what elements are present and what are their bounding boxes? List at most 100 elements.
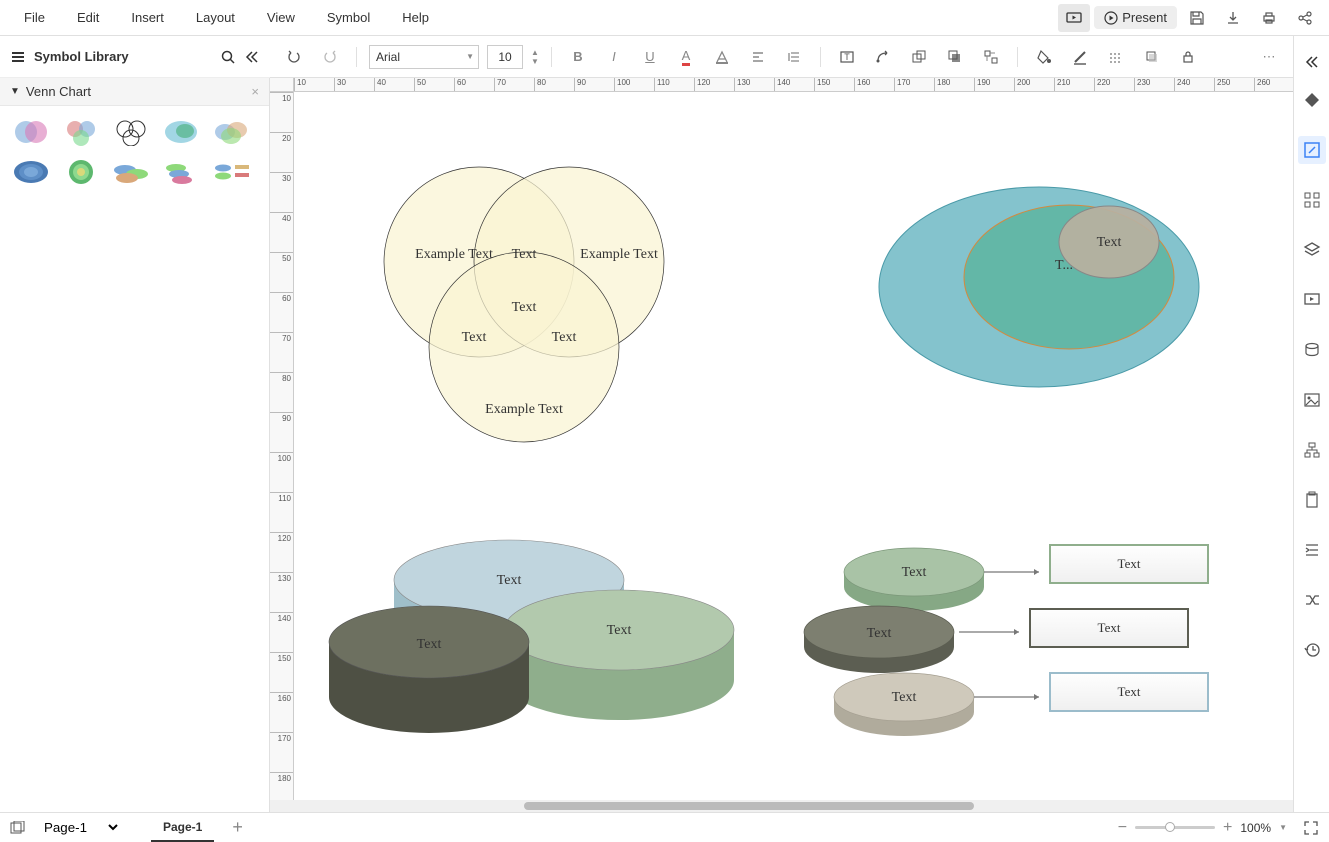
symbol-venn-nested[interactable] (160, 116, 202, 148)
sidebar-section-venn[interactable]: ▼ Venn Chart × (0, 78, 269, 106)
shadow-button[interactable] (1138, 43, 1166, 71)
line-spacing-button[interactable] (780, 43, 808, 71)
section-label: Venn Chart (26, 84, 91, 99)
nested-label-mid[interactable]: T... (1044, 258, 1084, 274)
presentation-icon[interactable] (1298, 286, 1326, 314)
status-bar: Page-1 Page-1 + − + 100% ▼ (0, 812, 1329, 842)
symbol-venn-3ellipse[interactable] (210, 116, 252, 148)
download-icon[interactable] (1217, 4, 1249, 32)
lock-button[interactable] (1174, 43, 1202, 71)
discbox-disc1-label[interactable]: Text (889, 565, 939, 581)
undo-button[interactable] (280, 43, 308, 71)
highlight-button[interactable] (708, 43, 736, 71)
fullscreen-icon[interactable] (1303, 820, 1319, 836)
font-color-button[interactable]: A (672, 43, 700, 71)
ruler-vertical: 1020304050607080901001101201301401501601… (270, 92, 294, 800)
menu-help[interactable]: Help (386, 2, 445, 33)
symbol-venn-3circle-outline[interactable] (110, 116, 152, 148)
menu-view[interactable]: View (251, 2, 311, 33)
textbox-button[interactable]: T (833, 43, 861, 71)
print-icon[interactable] (1253, 4, 1285, 32)
bring-front-button[interactable] (941, 43, 969, 71)
shuffle-icon[interactable] (1298, 586, 1326, 614)
orgchart-icon[interactable] (1298, 436, 1326, 464)
underline-button[interactable]: U (636, 43, 664, 71)
grid-icon[interactable] (1298, 186, 1326, 214)
pages-icon[interactable] (10, 821, 26, 835)
venn-label-b[interactable]: Example Text (559, 247, 679, 263)
add-page-button[interactable]: + (224, 817, 251, 838)
layers-icon[interactable] (1298, 236, 1326, 264)
italic-button[interactable]: I (600, 43, 628, 71)
indent-icon[interactable] (1298, 536, 1326, 564)
horizontal-scrollbar[interactable] (294, 800, 1293, 812)
discbox-disc3-label[interactable]: Text (879, 690, 929, 706)
redo-button[interactable] (316, 43, 344, 71)
share-icon[interactable] (1289, 4, 1321, 32)
symbol-venn-3circle-color[interactable] (60, 116, 102, 148)
collapse-sidebar-icon[interactable] (244, 49, 260, 65)
search-icon[interactable] (220, 49, 236, 65)
menu-insert[interactable]: Insert (115, 2, 180, 33)
menu-symbol[interactable]: Symbol (311, 2, 386, 33)
data-icon[interactable] (1298, 336, 1326, 364)
menu-layout[interactable]: Layout (180, 2, 251, 33)
venn-label-abc[interactable]: Text (499, 300, 549, 316)
symbol-discs-3d[interactable] (110, 156, 152, 188)
venn-label-ab[interactable]: Text (499, 247, 549, 263)
disc-label-left[interactable]: Text (404, 637, 454, 653)
symbol-disc-stack[interactable] (160, 156, 202, 188)
zoom-slider[interactable] (1135, 826, 1215, 829)
ruler-horizontal: 1030405060708090100110120130140150160170… (294, 78, 1293, 92)
page-tab-active[interactable]: Page-1 (151, 814, 214, 842)
clipboard-icon[interactable] (1298, 486, 1326, 514)
present-button[interactable]: Present (1094, 6, 1177, 29)
library-icon (10, 49, 26, 65)
symbol-disc-labels[interactable] (210, 156, 252, 188)
zoom-level: 100% (1240, 821, 1271, 835)
disc-stack-diagram[interactable] (309, 522, 749, 742)
canvas[interactable]: Example Text Example Text Example Text T… (294, 92, 1293, 800)
symbol-concentric-circle[interactable] (60, 156, 102, 188)
symbol-concentric-ellipse[interactable] (10, 156, 52, 188)
venn-label-a[interactable]: Example Text (394, 247, 514, 263)
bold-button[interactable]: B (564, 43, 592, 71)
line-style-button[interactable] (1102, 43, 1130, 71)
save-icon[interactable] (1181, 4, 1213, 32)
menu-file[interactable]: File (8, 2, 61, 33)
menu-edit[interactable]: Edit (61, 2, 115, 33)
fill-button[interactable] (1030, 43, 1058, 71)
font-size-stepper[interactable]: ▲▼ (531, 48, 539, 66)
font-size-select[interactable]: 10 (487, 45, 523, 69)
discbox-box2[interactable]: Text (1029, 608, 1189, 648)
venn-label-ac[interactable]: Text (449, 330, 499, 346)
page-select[interactable]: Page-1 (36, 815, 121, 840)
more-options-button[interactable]: ⋯ (1255, 43, 1283, 71)
group-button[interactable] (905, 43, 933, 71)
sidebar-title: Symbol Library (34, 49, 129, 64)
discbox-box1[interactable]: Text (1049, 544, 1209, 584)
venn-label-c[interactable]: Example Text (464, 402, 584, 418)
venn-label-bc[interactable]: Text (539, 330, 589, 346)
disc-label-top[interactable]: Text (484, 573, 534, 589)
line-color-button[interactable] (1066, 43, 1094, 71)
zoom-out-button[interactable]: − (1118, 819, 1127, 837)
align-distribute-button[interactable] (977, 43, 1005, 71)
page-style-icon[interactable] (1298, 136, 1326, 164)
history-icon[interactable] (1298, 636, 1326, 664)
nested-label-small[interactable]: Text (1084, 235, 1134, 251)
collapse-right-panel-icon[interactable] (1298, 48, 1326, 76)
discbox-box3[interactable]: Text (1049, 672, 1209, 712)
zoom-in-button[interactable]: + (1223, 819, 1232, 837)
image-icon[interactable] (1298, 386, 1326, 414)
font-family-select[interactable]: Arial▼ (369, 45, 479, 69)
disc-label-right[interactable]: Text (594, 623, 644, 639)
theme-icon[interactable] (1298, 86, 1326, 114)
slideshow-icon[interactable] (1058, 4, 1090, 32)
align-button[interactable] (744, 43, 772, 71)
connector-button[interactable] (869, 43, 897, 71)
nested-ellipse-diagram[interactable] (869, 172, 1209, 402)
close-section-icon[interactable]: × (251, 84, 259, 99)
discbox-disc2-label[interactable]: Text (854, 626, 904, 642)
symbol-venn-2circle[interactable] (10, 116, 52, 148)
